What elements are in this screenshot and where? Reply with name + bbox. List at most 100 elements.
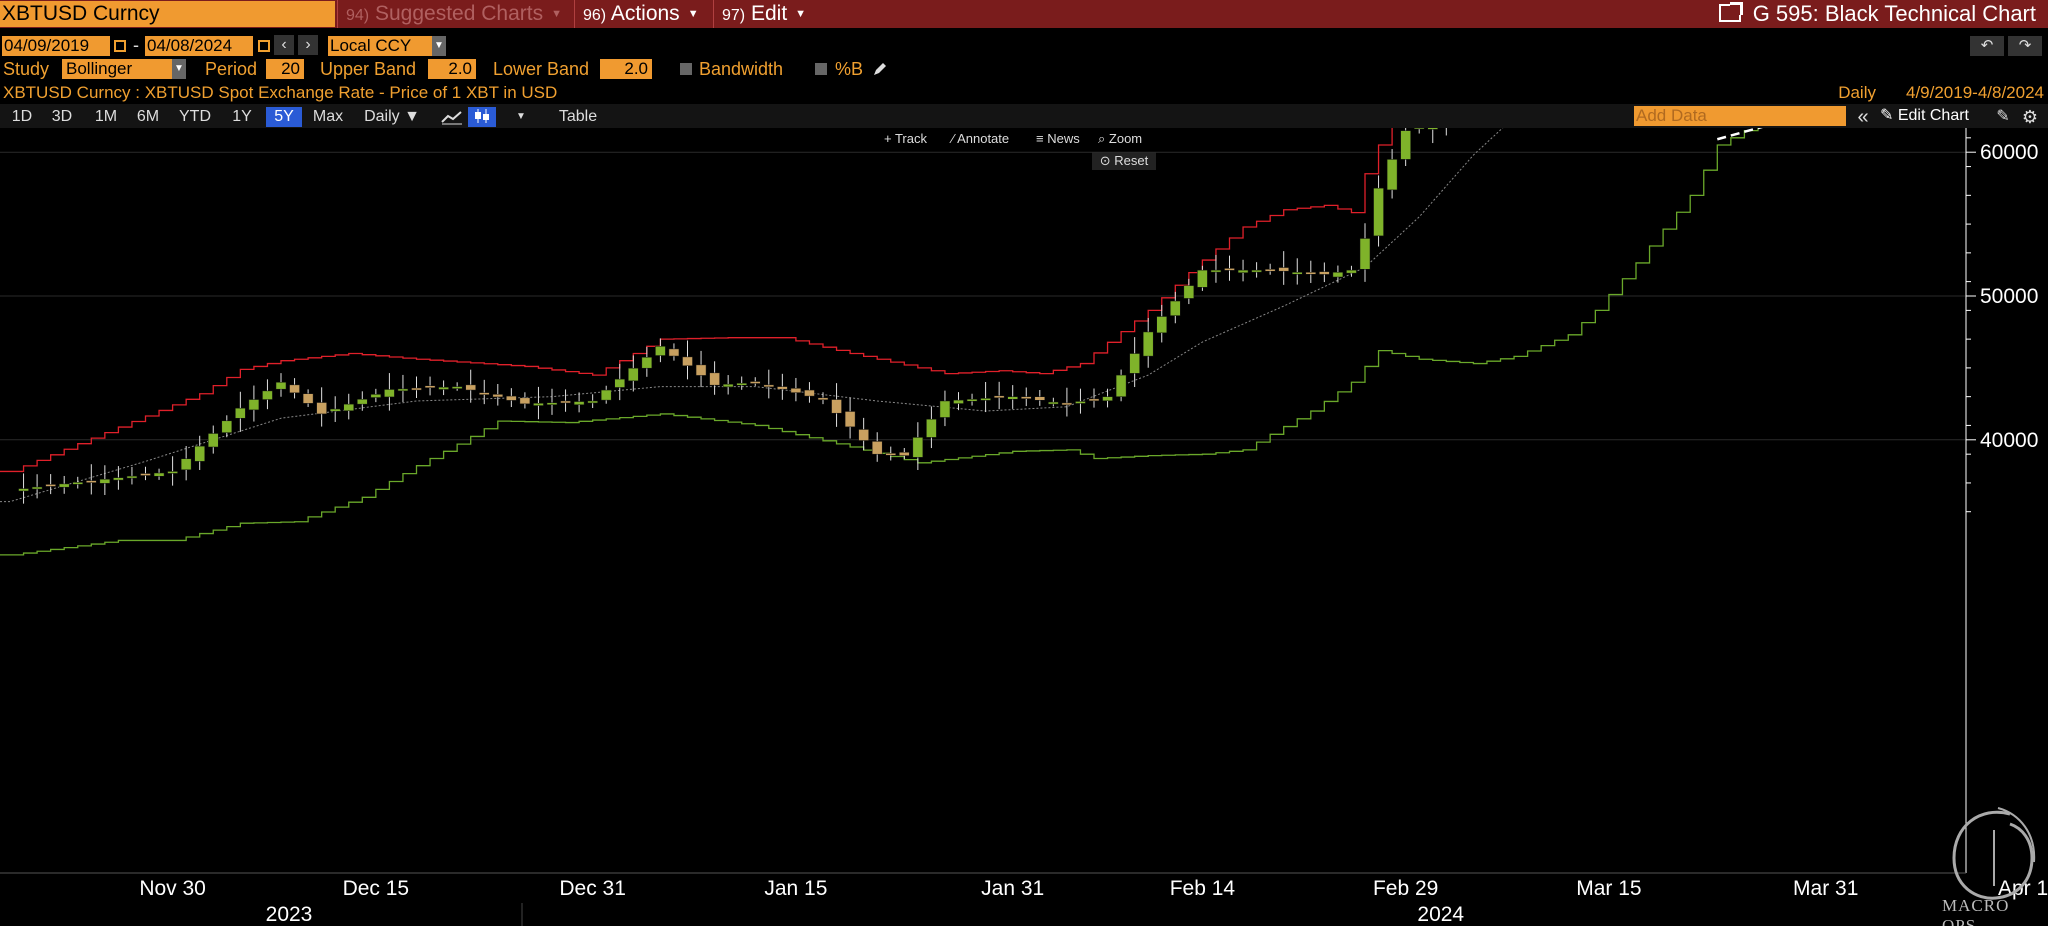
candle-body	[600, 389, 612, 401]
range-3d[interactable]: 3D	[44, 107, 80, 127]
candle-body	[370, 394, 382, 398]
candles	[18, 128, 1447, 504]
candle-body	[614, 378, 625, 388]
candle-body	[682, 356, 693, 366]
candle-body	[980, 398, 991, 401]
candle-body	[140, 473, 151, 476]
candle-body	[1048, 401, 1059, 405]
candle-body	[289, 384, 300, 394]
range-ytd[interactable]: YTD	[174, 107, 216, 127]
collapse-icon[interactable]: «	[1852, 107, 1874, 127]
candle-body	[1197, 269, 1208, 288]
period-summary: Daily 4/9/2019-4/8/2024	[1808, 82, 2044, 104]
range-1m[interactable]: 1M	[88, 107, 124, 127]
suggested-charts-label: Suggested Charts	[374, 2, 544, 25]
x-tick-label: Mar 31	[1793, 877, 1858, 900]
candle-body	[736, 382, 747, 386]
candle-body	[695, 364, 707, 376]
suggested-charts-menu[interactable]: 94) Suggested Charts ▼	[337, 0, 567, 28]
candle-body	[1061, 402, 1073, 406]
y-axis: 4000050000600007000080000	[1965, 128, 2038, 873]
candle-body	[763, 384, 775, 388]
calendar-icon[interactable]	[114, 40, 126, 52]
line-chart-icon[interactable]	[440, 108, 464, 126]
candle-body	[790, 388, 802, 393]
candle-body	[1102, 396, 1113, 402]
upper-band-input[interactable]: 2.0	[428, 59, 476, 79]
chart-title[interactable]: G 595: Black Technical Chart	[1718, 0, 2036, 28]
candle-body	[1115, 374, 1127, 397]
add-data-input[interactable]: Add Data	[1634, 106, 1846, 126]
candle-body	[506, 395, 517, 401]
date-separator: -	[133, 35, 139, 55]
lower-band-input[interactable]: 2.0	[600, 59, 652, 79]
edit-menu[interactable]: 97) Edit ▼	[713, 0, 809, 28]
study-select[interactable]: Bollinger	[62, 59, 172, 79]
candle-body	[533, 403, 544, 406]
ticker-input[interactable]: XBTUSD Curncy	[0, 1, 335, 27]
lower-band-line	[0, 128, 1759, 556]
redo-button[interactable]: ↷	[2008, 36, 2042, 56]
range-max[interactable]: Max	[308, 107, 348, 127]
candle-body	[1170, 300, 1181, 316]
study-label: Study	[3, 59, 50, 79]
candle-body	[1427, 128, 1438, 130]
range-1y[interactable]: 1Y	[224, 107, 260, 127]
period-frequency: Daily	[1838, 83, 1876, 102]
candle-body	[1183, 285, 1195, 299]
edit-chart-label: Edit Chart	[1897, 107, 1969, 124]
pencil-icon[interactable]	[872, 61, 888, 77]
candle-body	[384, 389, 395, 398]
calendar-icon[interactable]	[258, 40, 270, 52]
gear-icon[interactable]: ⚙	[2018, 107, 2042, 127]
candle-body	[1075, 401, 1086, 404]
range-1d[interactable]: 1D	[4, 107, 40, 127]
edit-chart-button[interactable]: ✎ Edit Chart	[1880, 106, 1969, 126]
x-tick-label: Mar 15	[1576, 877, 1641, 900]
chevron-down-icon: ▼	[551, 8, 562, 20]
candle-body	[180, 458, 192, 470]
currency-select[interactable]: Local CCY	[328, 36, 432, 56]
chart-type-dropdown[interactable]: ▼	[510, 107, 532, 127]
candle-body	[844, 411, 856, 428]
candle-chart-button[interactable]	[468, 107, 496, 127]
period-range: 4/9/2019-4/8/2024	[1905, 83, 2044, 102]
edit-num: 97)	[722, 7, 746, 24]
candle-body	[709, 372, 720, 386]
bandwidth-checkbox[interactable]	[680, 63, 692, 75]
candle-body	[221, 420, 233, 433]
edit-icon[interactable]: ✎	[1992, 107, 2014, 127]
candle-body	[357, 398, 368, 405]
candle-body	[1319, 271, 1330, 275]
start-date-input[interactable]: 04/09/2019	[2, 36, 110, 56]
candle-body	[993, 395, 1005, 399]
range-5y[interactable]: 5Y	[266, 107, 302, 127]
chevron-down-icon[interactable]: ▼	[172, 59, 186, 79]
candle-body	[1346, 269, 1357, 274]
candle-body	[804, 389, 815, 397]
range-6m[interactable]: 6M	[130, 107, 166, 127]
actions-menu[interactable]: 96) Actions ▼	[574, 0, 708, 28]
table-button[interactable]: Table	[550, 107, 606, 127]
candle-body	[45, 484, 56, 487]
candle-body	[343, 403, 354, 412]
candle-body	[722, 383, 734, 388]
candle-body	[926, 418, 937, 438]
pctb-checkbox[interactable]	[815, 63, 827, 75]
price-chart[interactable]: 4000050000600007000080000 Nov 30Dec 15De…	[0, 128, 2048, 926]
frequency-select[interactable]: Daily ▼	[356, 107, 428, 127]
candle-body	[966, 398, 978, 402]
candle-body	[262, 390, 273, 400]
end-date-input[interactable]: 04/08/2024	[145, 36, 253, 56]
candle-body	[194, 445, 205, 462]
chevron-down-icon[interactable]: ▼	[432, 36, 446, 56]
watermark-text: MACRO OPS	[1942, 896, 2010, 926]
external-link-icon[interactable]	[1718, 2, 1743, 22]
mid-band-line	[0, 128, 1504, 503]
prev-period-button[interactable]: ‹	[274, 35, 294, 55]
period-input[interactable]: 20	[266, 59, 304, 79]
undo-button[interactable]: ↶	[1970, 36, 2004, 56]
next-period-button[interactable]: ›	[298, 35, 318, 55]
candle-body	[1292, 272, 1303, 275]
upper-band-label: Upper Band	[320, 59, 417, 79]
